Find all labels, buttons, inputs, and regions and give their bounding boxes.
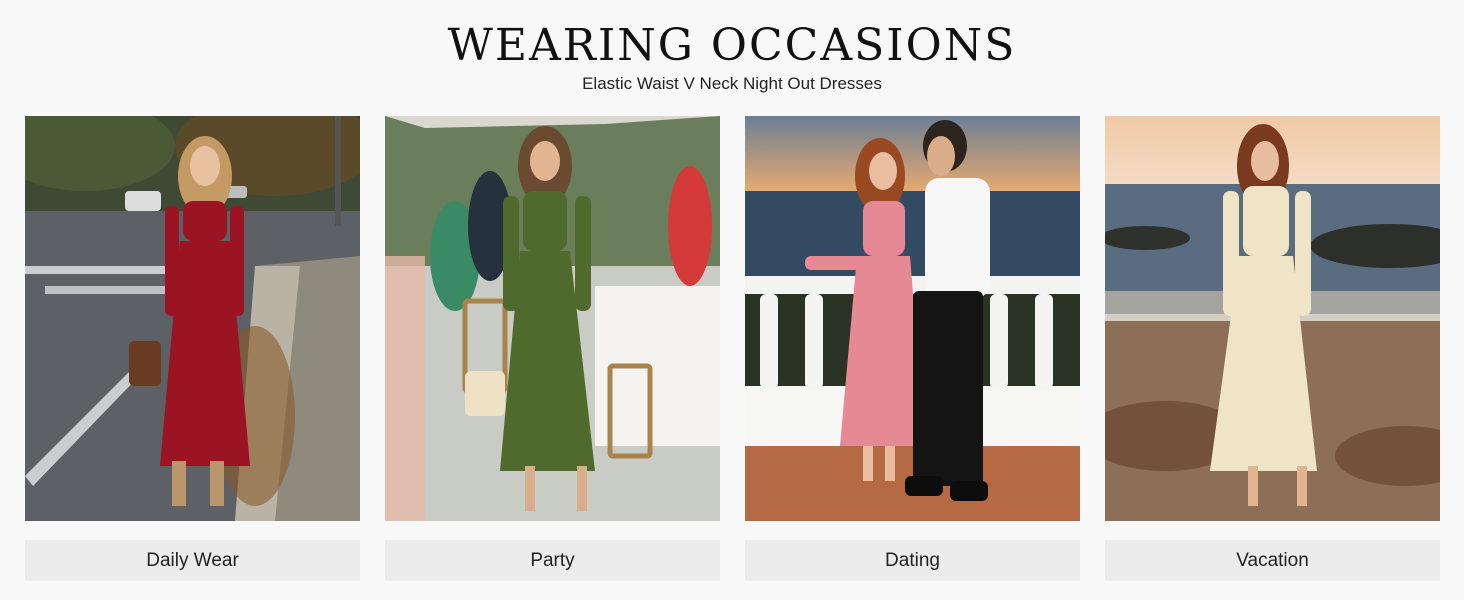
page-subtitle: Elastic Waist V Neck Night Out Dresses (582, 74, 882, 93)
dating-photo (745, 116, 1080, 521)
occasion-card-daily-wear[interactable]: Daily Wear (25, 116, 360, 581)
vacation-photo (1105, 116, 1440, 521)
occasion-label-vacation: Vacation (1105, 540, 1440, 581)
occasion-label-daily-wear: Daily Wear (25, 540, 360, 581)
occasion-card-dating[interactable]: Dating (745, 116, 1080, 581)
page-title: WEARING OCCASIONS (447, 20, 1017, 71)
occasion-label-dating: Dating (745, 540, 1080, 581)
occasion-label-party: Party (385, 540, 720, 581)
occasion-card-vacation[interactable]: Vacation (1105, 116, 1440, 581)
occasion-card-party[interactable]: Party (385, 116, 720, 581)
daily-wear-photo (25, 116, 360, 521)
party-photo (385, 116, 720, 521)
